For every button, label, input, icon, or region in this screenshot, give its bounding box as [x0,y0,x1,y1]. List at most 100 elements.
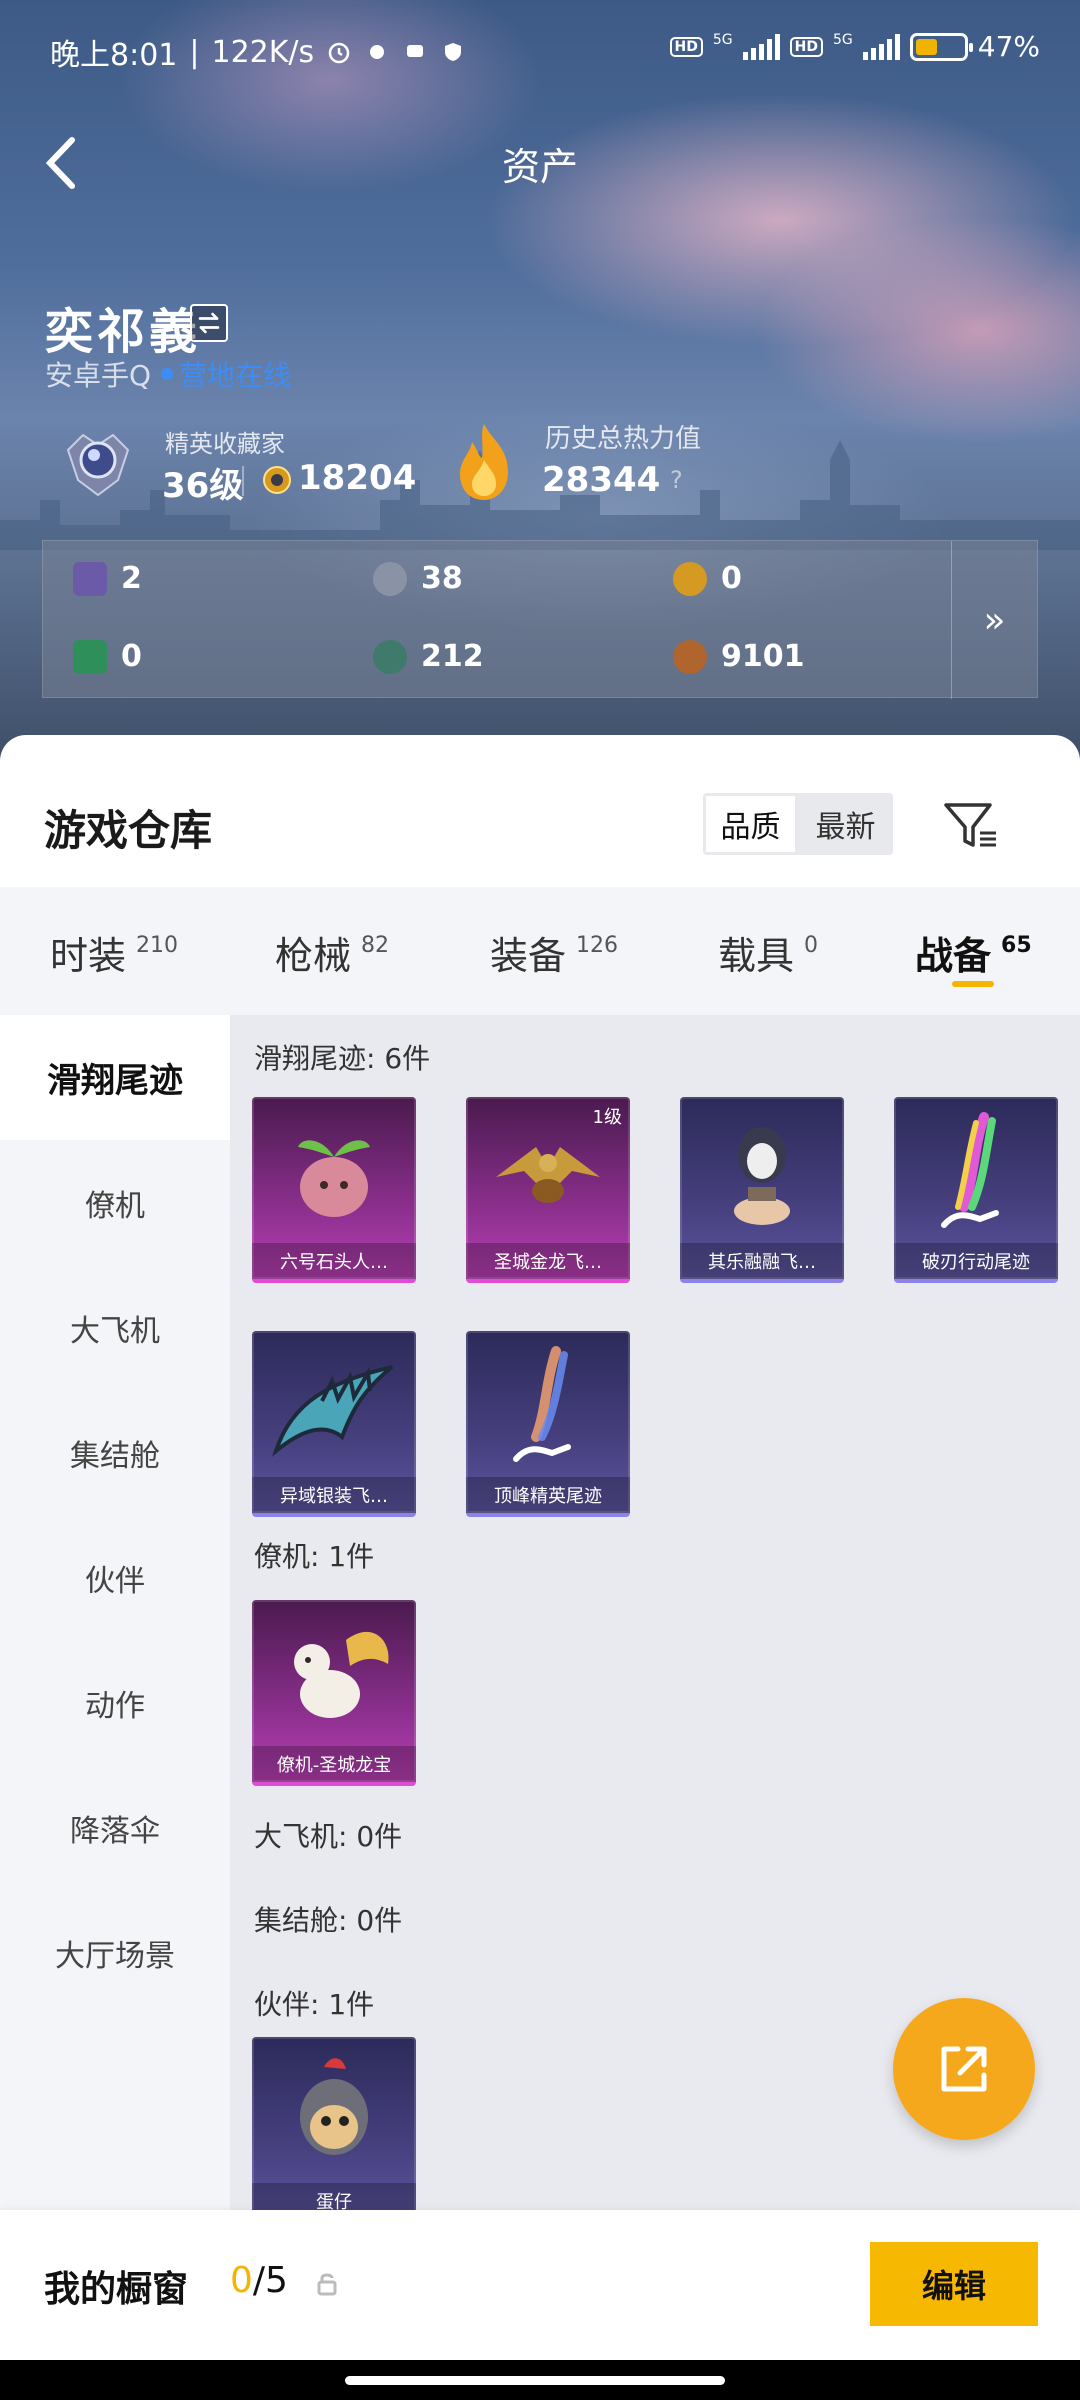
online-status: 营地在线 [179,359,292,392]
tab-vehicles[interactable]: 载具 0 [718,925,818,980]
page-title: 资产 [501,145,578,189]
silver-wing-art-icon [272,1365,394,1457]
clock: 晚上8:01 [50,38,178,73]
item-card[interactable]: 顶峰精英尾迹 [466,1331,630,1517]
resource-item[interactable]: 9101 [673,639,805,674]
item-name: 异域银装飞… [252,1477,416,1513]
showcase-used: 0 [230,2260,253,2301]
egg-knight-art-icon [300,2058,368,2155]
active-tab-indicator [952,981,994,987]
coin-value: 18204 [298,458,417,498]
online-dot-icon [161,368,174,380]
resource-value: 38 [421,561,463,596]
sort-newest-button[interactable]: 最新 [798,793,893,855]
tab-label: 时装 [50,934,127,978]
section-title: 集结舱: 0件 [254,1904,403,1937]
gold-token-icon [673,561,707,596]
resource-value: 0 [121,639,142,674]
heat-value: 28344 [542,460,661,500]
resource-value: 9101 [721,639,805,674]
help-icon[interactable]: ? [670,466,683,494]
bronze-orb-icon [673,639,707,674]
resource-item[interactable]: 2 [73,561,142,596]
share-button[interactable] [893,1998,1035,2140]
penguin-balloon-art-icon [734,1127,790,1225]
item-card[interactable]: 僚机-圣城龙宝 [252,1600,416,1786]
side-item-pod[interactable]: 集结舱 [0,1390,230,1515]
tab-weapons[interactable]: 枪械 82 [275,925,389,980]
item-name: 圣城金龙飞… [466,1243,630,1279]
purple-card-icon [73,561,107,596]
home-indicator[interactable] [345,2376,725,2385]
item-card[interactable]: 六号石头人… [252,1097,416,1283]
divider [242,466,244,496]
showcase-total: /5 [252,2260,288,2301]
item-card[interactable]: 异域银装飞… [252,1331,416,1517]
tab-count: 210 [136,933,179,958]
item-card[interactable]: 其乐融融飞… [680,1097,844,1283]
message-notification-icon [407,45,424,57]
hd-badge: HD [669,36,703,57]
side-item-lobby-scene[interactable]: 大厅场景 [0,1890,230,2015]
tab-count: 126 [576,933,619,958]
system-nav-bar [0,2360,1080,2400]
tab-label: 战备 [915,933,992,978]
platform-label: 安卓手Q [45,359,152,392]
tab-battle-prep[interactable]: 战备 65 [915,925,1032,980]
battery-percent: 47% [977,30,1040,63]
tab-label: 装备 [490,934,567,978]
side-item-parachute[interactable]: 降落伞 [0,1765,230,1890]
resource-item[interactable]: 0 [673,561,742,596]
section-title: 伙伴: 1件 [254,1988,375,2021]
edit-button[interactable]: 编辑 [870,2242,1038,2326]
signal-label: 5G [712,31,733,48]
player-name: 奕祁義 [45,304,202,360]
resource-panel: 2 38 0 0 212 9101 » [42,540,1038,699]
golden-dragon-art-icon [496,1147,600,1203]
signal-label-2: 5G [833,31,853,48]
resource-item[interactable]: 38 [373,561,463,596]
item-card[interactable]: 破刃行动尾迹 [894,1097,1058,1283]
status-bar: 晚上8:01 | 122K/s HD 5G HD 5G 47% [50,30,1040,73]
switch-account-icon[interactable] [190,304,228,342]
resources-more-button[interactable]: » [951,541,1037,699]
sort-quality-button[interactable]: 品质 [706,796,795,852]
rank-badge-icon [66,433,130,497]
side-item-partner[interactable]: 伙伴 [0,1515,230,1640]
tab-count: 82 [361,933,390,958]
resource-value: 212 [421,639,484,674]
item-card[interactable]: 1级 圣城金龙飞… [466,1097,630,1283]
signal-bars-2-icon [862,33,900,60]
app-notification-icon [370,45,385,59]
showcase-label: 我的橱窗 [44,2268,189,2310]
tab-count: 65 [1001,933,1032,958]
account-line: 安卓手Q 营地在线 [45,354,291,394]
shield-notification-icon [445,43,462,61]
side-item-plane[interactable]: 大飞机 [0,1265,230,1390]
collection-coin-icon [263,466,291,494]
side-item-emote[interactable]: 动作 [0,1640,230,1765]
battery-icon [909,32,973,61]
item-name: 六号石头人… [252,1243,416,1279]
hd-badge-2: HD [789,36,823,57]
section-title: 僚机: 1件 [254,1540,375,1573]
resource-value: 0 [721,561,742,596]
side-item-wingman[interactable]: 僚机 [0,1140,230,1265]
resource-item[interactable]: 212 [373,639,484,674]
dragon-pet-art-icon [294,1631,389,1718]
showcase-count: 0/5 [230,2260,288,2301]
section-title: 大飞机: 0件 [254,1820,403,1853]
silver-token-icon [373,561,407,596]
filter-icon[interactable] [940,795,1000,855]
tab-fashion[interactable]: 时装 210 [50,925,178,980]
lock-icon [317,2273,337,2296]
side-item-glide-trail[interactable]: 滑翔尾迹 [0,1015,230,1140]
category-tabs: 时装 210 枪械 82 装备 126 载具 0 战备 65 [0,887,1080,1015]
tab-label: 载具 [718,934,795,978]
color-smoke-trail-art-icon [941,1112,999,1228]
tab-equipment[interactable]: 装备 126 [490,925,618,980]
item-card[interactable]: 蛋仔 [252,2037,416,2223]
rank-title: 精英收藏家 [165,430,285,458]
resource-item[interactable]: 0 [73,639,142,674]
heat-fire-icon [460,424,508,500]
